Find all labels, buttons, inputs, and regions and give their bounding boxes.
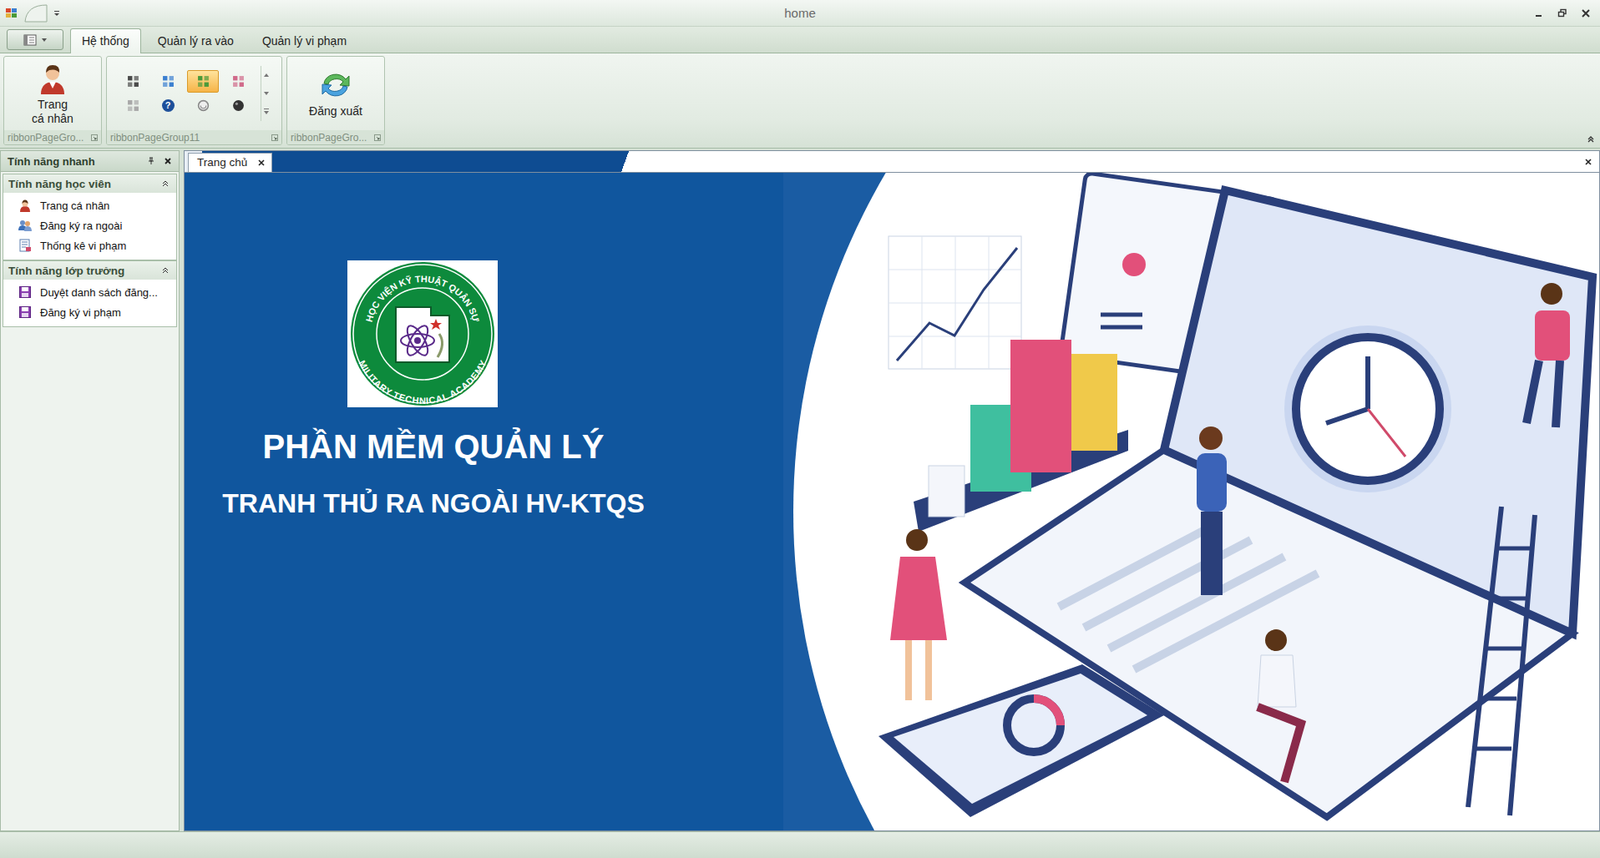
dialog-launcher-icon[interactable]	[91, 134, 98, 142]
status-bar	[0, 831, 1600, 858]
restore-icon[interactable]	[1556, 7, 1569, 20]
ring-icon	[197, 99, 210, 112]
main-window: home Hệ thốngQuản lý ra vàoQuản lý vi ph…	[0, 0, 1600, 858]
ribbon-gallery: ?	[116, 70, 254, 117]
gallery-item[interactable]	[116, 94, 149, 117]
nav-item[interactable]: Trang cá nhân	[3, 195, 177, 216]
pin-icon[interactable]	[146, 156, 156, 166]
ribbon-group-caption: ribbonPageGro...	[287, 130, 385, 145]
logout-button[interactable]: Đăng xuất	[304, 65, 367, 121]
close-icon[interactable]	[1579, 7, 1592, 20]
gallery-item[interactable]: ?	[151, 94, 184, 117]
ribbon-tab-bar: Hệ thốngQuản lý ra vàoQuản lý vi phạm	[0, 26, 1600, 54]
collapse-icon	[161, 179, 170, 188]
app-icon[interactable]	[5, 6, 19, 21]
ribbon-tab[interactable]: Hệ thống	[70, 28, 142, 54]
grid-icon	[232, 75, 245, 88]
collapse-ribbon-icon[interactable]	[1586, 135, 1595, 144]
minimize-icon[interactable]	[1533, 7, 1545, 20]
document-tab-bar: Trang chủ	[184, 151, 1600, 173]
close-tab-icon[interactable]	[257, 158, 266, 168]
profile-button[interactable]: Trang cá nhân	[25, 59, 80, 127]
ladder-figure	[1468, 506, 1535, 816]
grid-icon	[197, 75, 210, 88]
gallery-scroll	[260, 65, 272, 122]
gallery-item[interactable]	[187, 94, 219, 117]
ribbon-group-caption: ribbonPageGroup11	[106, 130, 282, 145]
help-icon: ?	[162, 99, 175, 112]
line-chart-figure	[888, 236, 1022, 370]
user-icon	[18, 198, 32, 213]
scroll-down-icon[interactable]	[261, 84, 272, 103]
dialog-launcher-icon[interactable]	[271, 134, 279, 142]
disc-icon	[232, 99, 245, 112]
banner-title: PHẦN MỀM QUẢN LÝ	[241, 426, 605, 467]
collapse-icon	[161, 266, 170, 275]
user-avatar-icon	[35, 61, 70, 96]
dialog-launcher-icon[interactable]	[374, 134, 381, 142]
ribbon: Trang cá nhân ribbonPageGro... ? ribbonP…	[0, 53, 1600, 149]
close-document-icon[interactable]	[1584, 157, 1593, 167]
phone-figure	[878, 664, 1165, 818]
people-figures	[890, 283, 1570, 783]
nav-item[interactable]: Đăng ký vi phạm	[3, 302, 177, 323]
clock-figure	[1284, 325, 1452, 493]
ribbon-group-caption: ribbonPageGro...	[4, 130, 102, 145]
document-tab[interactable]: Trang chủ	[187, 152, 273, 173]
customize-arrow-icon[interactable]	[53, 10, 61, 17]
refresh-icon	[318, 68, 353, 102]
document-area: Trang chủ HỌC VIỆN KỸ THUẬT QUÂN SỰMILIT…	[183, 150, 1600, 832]
dropdown-icon	[40, 36, 48, 44]
title-bar: home	[0, 0, 1600, 27]
ribbon-tab[interactable]: Quản lý ra vào	[146, 28, 246, 53]
application-menu-button[interactable]	[6, 29, 64, 51]
gallery-item[interactable]	[116, 70, 149, 93]
nav-item[interactable]: Duyệt danh sách đăng...	[3, 282, 177, 303]
quick-access-icon[interactable]	[23, 3, 49, 24]
scroll-up-icon[interactable]	[261, 65, 272, 85]
academy-emblem-icon: HỌC VIỆN KỸ THUẬT QUÂN SỰMILITARY TECHNI…	[347, 260, 498, 408]
nav-group-header[interactable]: Tính năng học viên	[3, 174, 177, 193]
window-title: home	[784, 5, 816, 21]
form-icon	[18, 285, 32, 299]
ribbon-tab[interactable]: Quản lý vi phạm	[250, 28, 359, 53]
quick-panel: Tính năng nhanh Tính năng học viên Trang…	[0, 150, 180, 832]
report-icon	[18, 238, 32, 253]
ribbon-group: Đăng xuất ribbonPageGro...	[286, 55, 385, 146]
svg-text:MILITARY TECHNICAL ACADEMY: MILITARY TECHNICAL ACADEMY	[356, 358, 488, 406]
quick-panel-header: Tính năng nhanh	[0, 151, 179, 173]
gallery-item[interactable]	[187, 70, 219, 93]
form-icon	[18, 305, 32, 319]
workspace: Tính năng nhanh Tính năng học viên Trang…	[0, 148, 1600, 832]
grid-icon	[126, 75, 140, 88]
nav-group-header[interactable]: Tính năng lớp trưởng	[3, 261, 177, 280]
menu-icon	[22, 33, 38, 47]
nav-group: Tính năng lớp trưởng Duyệt danh sách đăn…	[2, 260, 178, 328]
gallery-expand-icon[interactable]	[261, 102, 272, 122]
ribbon-group: Trang cá nhân ribbonPageGro...	[3, 55, 102, 146]
gallery-item[interactable]	[222, 94, 254, 117]
gallery-item[interactable]	[222, 70, 254, 93]
users-icon	[18, 218, 32, 233]
banner-subtitle: TRANH THỦ RA NGOÀI HV-KTQS	[200, 486, 644, 521]
nav-group: Tính năng học viên Trang cá nhân Đăng ký…	[2, 173, 178, 261]
nav-item[interactable]: Đăng ký ra ngoài	[3, 215, 177, 236]
grid-icon	[126, 99, 140, 112]
ribbon-group: ? ribbonPageGroup11	[106, 55, 283, 146]
grid-icon	[162, 75, 175, 88]
home-banner: HỌC VIỆN KỸ THUẬT QUÂN SỰMILITARY TECHNI…	[184, 172, 1600, 831]
academy-logo: HỌC VIỆN KỸ THUẬT QUÂN SỰMILITARY TECHNI…	[347, 260, 498, 408]
bar-chart-figure	[913, 339, 1129, 532]
banner-illustration	[783, 172, 1600, 831]
nav-item[interactable]: Thống kê vi phạm	[3, 235, 177, 256]
close-icon[interactable]	[163, 156, 173, 166]
gallery-item[interactable]	[151, 70, 184, 93]
